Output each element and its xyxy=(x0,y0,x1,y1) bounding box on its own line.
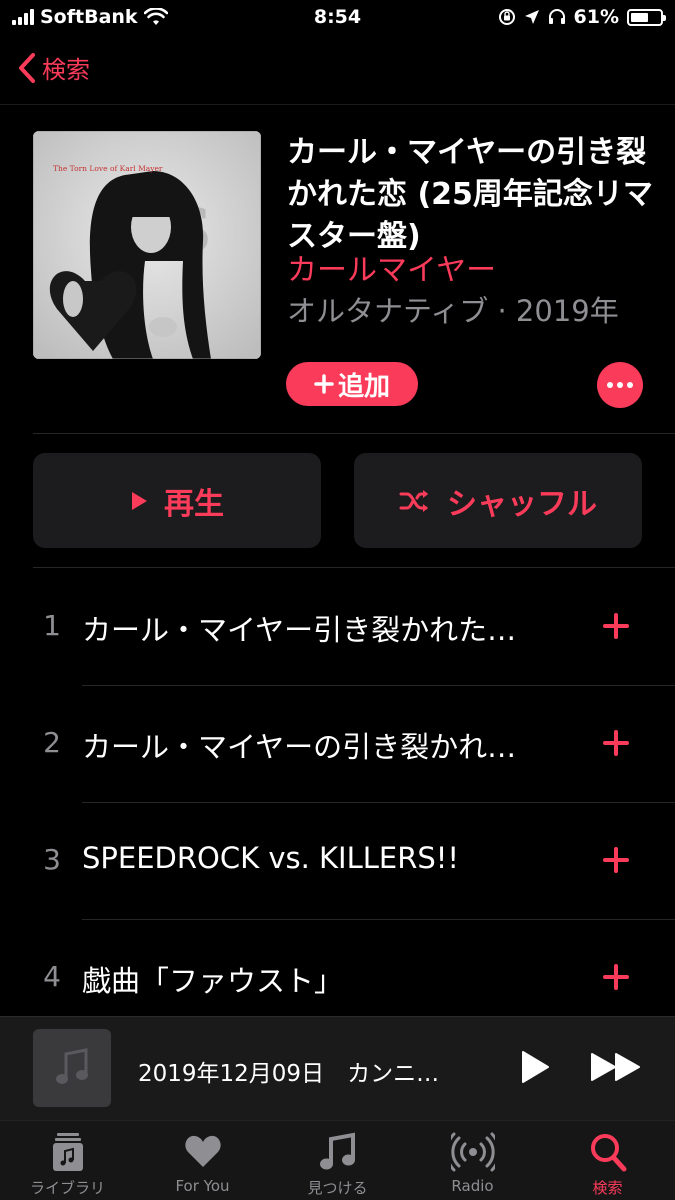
library-icon xyxy=(52,1133,83,1171)
battery-percent: 61% xyxy=(573,6,619,28)
headphones-icon xyxy=(548,9,565,24)
mini-player-artwork xyxy=(33,1029,111,1107)
radio-icon xyxy=(450,1132,495,1172)
track-row[interactable]: 2 カール・マイヤーの引き裂かれ… xyxy=(0,686,675,803)
album-genre-year: オルタナティブ · 2019年 xyxy=(287,294,619,328)
album-title: カール・マイヤーの引き裂かれた恋 (25周年記念リマスター盤) xyxy=(287,135,653,254)
track-number: 1 xyxy=(43,609,61,642)
track-title: カール・マイヤーの引き裂かれ… xyxy=(82,730,517,764)
tab-label: ライブラリ xyxy=(29,1179,105,1197)
header-divider xyxy=(33,433,675,434)
add-track-plus-icon[interactable] xyxy=(601,728,631,758)
track-title: SPEEDROCK vs. KILLERS!! xyxy=(82,841,460,875)
location-icon xyxy=(524,10,539,24)
status-right: 61% xyxy=(498,6,666,28)
status-bar: SoftBank 8:54 61% xyxy=(0,0,675,36)
track-row[interactable]: 3 SPEEDROCK vs. KILLERS!! xyxy=(0,803,675,920)
track-number: 4 xyxy=(43,960,61,993)
search-icon xyxy=(590,1134,626,1172)
heart-icon xyxy=(184,1135,221,1167)
track-number: 3 xyxy=(43,843,61,876)
add-to-library-button[interactable]: 追加 xyxy=(286,362,418,406)
album-artist-link[interactable]: カールマイヤー xyxy=(287,252,496,290)
play-button[interactable]: 再生 xyxy=(33,453,321,548)
back-label: 検索 xyxy=(42,56,90,84)
shuffle-button-label: シャッフル xyxy=(447,486,597,522)
tab-radio[interactable]: Radio xyxy=(405,1121,540,1200)
battery-level xyxy=(631,12,649,22)
chevron-left-icon xyxy=(18,52,36,84)
track-number: 2 xyxy=(43,726,61,759)
fast-forward-button[interactable] xyxy=(590,1052,642,1086)
mini-play-button[interactable] xyxy=(520,1050,550,1088)
play-button-label: 再生 xyxy=(164,486,224,522)
tab-label: 検索 xyxy=(592,1179,623,1197)
mini-player[interactable]: 2019年12月09日 カンニ… xyxy=(0,1016,675,1120)
more-dot-icon xyxy=(617,382,623,388)
nav-divider xyxy=(0,104,675,105)
track-row[interactable]: 1 カール・マイヤー引き裂かれた… xyxy=(0,569,675,686)
back-button[interactable]: 検索 xyxy=(18,50,90,85)
add-button-label: 追加 xyxy=(337,371,390,402)
plus-icon xyxy=(314,374,334,394)
actions-divider xyxy=(33,567,675,568)
fast-forward-icon xyxy=(591,1053,640,1081)
tab-library[interactable]: ライブラリ xyxy=(0,1121,135,1200)
tab-label: Radio xyxy=(451,1177,494,1195)
add-track-plus-icon[interactable] xyxy=(601,611,631,641)
play-icon xyxy=(132,491,147,510)
music-note-icon xyxy=(56,1048,88,1084)
mini-player-title: 2019年12月09日 カンニ… xyxy=(138,1061,440,1087)
add-track-plus-icon[interactable] xyxy=(601,845,631,875)
shuffle-button[interactable]: シャッフル xyxy=(354,453,642,548)
tab-browse[interactable]: 見つける xyxy=(270,1121,405,1200)
tab-label: For You xyxy=(175,1177,230,1195)
more-dot-icon xyxy=(627,382,633,388)
cover-title-text: The Torn Love of Karl Mayer xyxy=(53,164,163,173)
battery-icon xyxy=(627,8,666,26)
track-title: 戯曲「ファウスト」 xyxy=(82,964,344,998)
play-icon xyxy=(522,1051,549,1083)
more-dot-icon xyxy=(607,382,613,388)
music-note-icon xyxy=(319,1132,355,1170)
tab-for-you[interactable]: For You xyxy=(135,1121,270,1200)
more-options-button[interactable] xyxy=(597,362,643,408)
tab-search[interactable]: 検索 xyxy=(540,1121,675,1200)
album-cover-image: S The Torn Love of Karl Mayer xyxy=(33,131,261,359)
tab-bar: ライブラリ For You 見つける Radio 検索 xyxy=(0,1120,675,1200)
album-artwork[interactable]: S The Torn Love of Karl Mayer xyxy=(33,131,261,359)
tab-label: 見つける xyxy=(307,1179,368,1197)
track-title: カール・マイヤー引き裂かれた… xyxy=(82,613,517,647)
orientation-lock-icon xyxy=(498,9,515,25)
shuffle-icon xyxy=(399,489,428,512)
add-track-plus-icon[interactable] xyxy=(601,962,631,992)
